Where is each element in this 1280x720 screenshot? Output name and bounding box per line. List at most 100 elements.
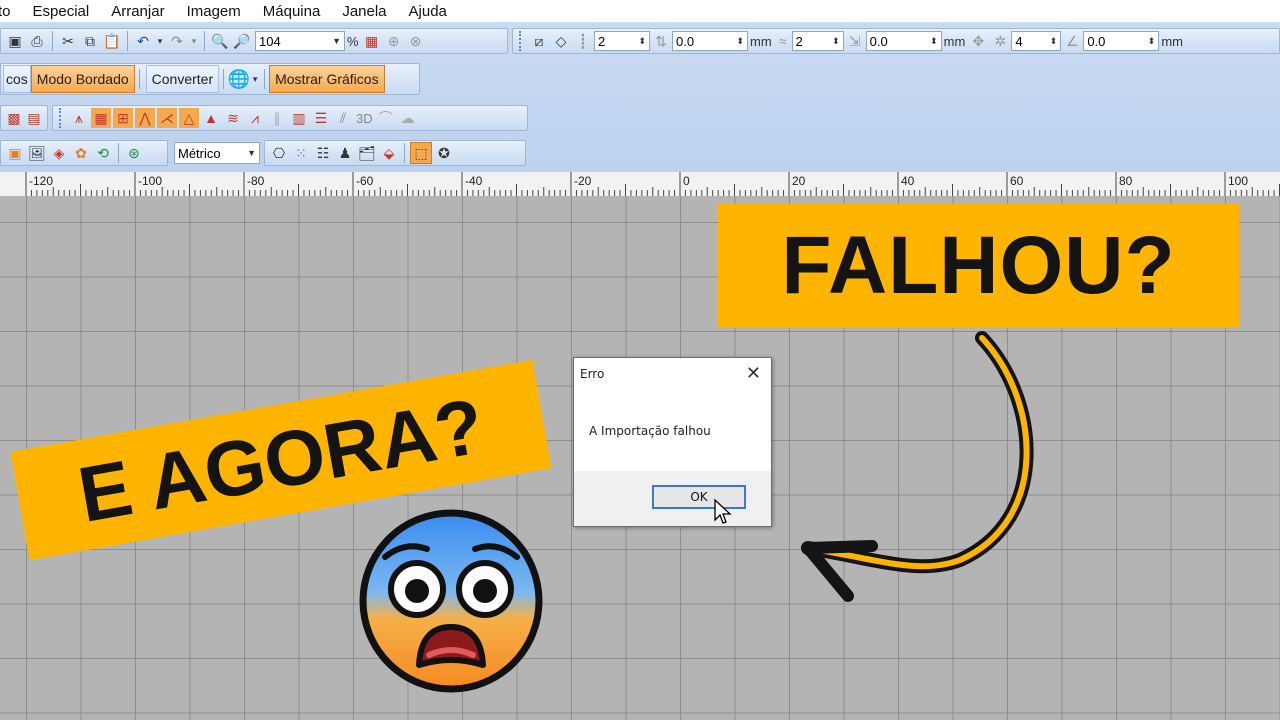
toolbar-grip[interactable]: [519, 31, 525, 51]
chevron-down-icon[interactable]: ▼: [247, 148, 256, 158]
redo-dropdown-icon[interactable]: ▾: [189, 31, 199, 51]
picture-icon[interactable]: 🖼: [27, 143, 47, 163]
ruler-label: 20: [792, 174, 806, 188]
spinner-icon[interactable]: ⬍: [1050, 36, 1058, 47]
copy-icon[interactable]: ⧉: [80, 31, 100, 51]
spinner-icon[interactable]: ⬍: [930, 36, 938, 47]
lines-stitch-icon[interactable]: ☰: [311, 108, 331, 128]
menu-item-ajuda[interactable]: Ajuda: [398, 3, 458, 20]
spin-field-2[interactable]: 0.0 ⬍: [672, 31, 748, 51]
spinner-icon[interactable]: ⬍: [1148, 36, 1156, 47]
wave-stitch-icon[interactable]: ≋: [223, 108, 243, 128]
zoom-in-icon[interactable]: 🔍: [210, 31, 230, 51]
mouse-cursor-icon: [714, 498, 732, 524]
spin-field-3[interactable]: 2 ⬍: [791, 31, 844, 51]
zoom-out-icon[interactable]: 🔎: [232, 31, 252, 51]
chevron-down-icon[interactable]: ▼: [332, 36, 341, 46]
zoom-all-icon[interactable]: ⊗: [406, 31, 426, 51]
chevron-down-icon[interactable]: ▾: [251, 69, 259, 89]
menu-item-maquina[interactable]: Máquina: [252, 3, 332, 20]
zoom-fit-icon[interactable]: ▦: [362, 31, 382, 51]
spin-field-6[interactable]: 0.0 ⬍: [1083, 31, 1160, 51]
cloud-icon[interactable]: ☁: [398, 108, 418, 128]
people-icon[interactable]: ♟: [335, 143, 355, 163]
move-icon[interactable]: ✥: [968, 31, 988, 51]
zigzag-stitch-icon[interactable]: ⩚: [69, 108, 89, 128]
dialog-message: A Importação falhou: [589, 424, 711, 438]
properties-toolbar: ⧄ ◇ ┋ 2 ⬍ ⇅ 0.0 ⬍ mm ≈ 2 ⬍ ⇲ 0.0 ⬍ mm ✥ ✲ 4 ⬍: [512, 28, 1280, 54]
menu-item-janela[interactable]: Janela: [331, 3, 397, 20]
apply-icon[interactable]: ✪: [434, 143, 454, 163]
grid-stitch-icon[interactable]: ▥: [289, 108, 309, 128]
embroidery-mode-button[interactable]: Modo Bordado: [30, 65, 135, 93]
triangle-stitch-icon[interactable]: △: [179, 108, 199, 128]
outline-pattern-icon[interactable]: ▤: [25, 108, 43, 128]
toolbar-grip[interactable]: [59, 108, 65, 128]
print-icon[interactable]: ⎙: [27, 31, 47, 51]
undo-dropdown-icon[interactable]: ▾: [155, 31, 165, 51]
list-icon[interactable]: ☷: [313, 143, 333, 163]
satin-stitch-icon[interactable]: ▦: [91, 108, 111, 128]
globe-green-icon[interactable]: ⊛: [124, 143, 144, 163]
camera-icon[interactable]: ⎔: [269, 143, 289, 163]
menu-item-especial[interactable]: Especial: [22, 3, 101, 20]
length-icon[interactable]: ⇅: [651, 31, 671, 51]
units-select[interactable]: Métrico ▼: [174, 142, 260, 164]
spin-field-2-value: 0.0: [676, 33, 695, 49]
spinner-icon[interactable]: ⬍: [638, 36, 646, 47]
spinner-icon[interactable]: ⬍: [832, 36, 840, 47]
cycle-icon[interactable]: ⟲: [93, 143, 113, 163]
offset-icon[interactable]: ⇲: [845, 31, 865, 51]
spin-field-4[interactable]: 0.0 ⬍: [865, 31, 942, 51]
redo-icon[interactable]: ↷: [167, 31, 187, 51]
close-icon[interactable]: ✕: [746, 363, 761, 384]
angle-icon[interactable]: ∠: [1062, 31, 1082, 51]
separator: [127, 31, 128, 51]
3d-label[interactable]: 3D: [356, 111, 373, 126]
stamp-icon[interactable]: ⬙: [379, 143, 399, 163]
spin-field-1[interactable]: 2 ⬍: [594, 31, 650, 51]
net-stitch-icon[interactable]: ⊞: [113, 108, 133, 128]
menu-item-imagem[interactable]: Imagem: [176, 3, 252, 20]
ruler-label: 60: [1010, 174, 1024, 188]
scatter-icon[interactable]: ✲: [990, 31, 1010, 51]
toolbar-row-standard: ▣ ⎙ ✂ ⧉ 📋 ↶ ▾ ↷ ▾ 🔍 🔎 104 ▼ % ▦ ⊕ ⊗ ⧄ ◇ …: [0, 26, 1280, 56]
unit-label: mm: [750, 33, 772, 49]
dots-grid-icon[interactable]: ⁙: [291, 143, 311, 163]
pattern-icon[interactable]: ≈: [775, 31, 791, 51]
fill-pattern-icon[interactable]: ▩: [5, 108, 23, 128]
zoom-field[interactable]: 104 ▼: [255, 31, 345, 51]
separator: [204, 31, 205, 51]
density-icon[interactable]: ⧄: [529, 31, 549, 51]
undo-icon[interactable]: ↶: [133, 31, 153, 51]
fan-stitch-icon[interactable]: ⋀: [135, 108, 155, 128]
curve-icon[interactable]: ⌒: [376, 108, 396, 128]
spacing-icon[interactable]: ┋: [573, 31, 593, 51]
zig-stitch-icon[interactable]: ⩘: [245, 108, 265, 128]
triangle-fill-icon[interactable]: ▲: [201, 108, 221, 128]
object-toolbar: ▩ ▤: [0, 105, 48, 131]
frame-icon[interactable]: ▣: [5, 143, 25, 163]
feather-stitch-icon[interactable]: ⫽: [333, 108, 353, 128]
units-select-value: Métrico: [178, 145, 221, 161]
radial-stitch-icon[interactable]: ⋌: [157, 108, 177, 128]
folder-icon[interactable]: 🗂: [357, 143, 377, 163]
toolbar-row-modes: cos Modo Bordado Converter 🌐 ▾ Mostrar G…: [0, 63, 420, 95]
menu-item-arranjar[interactable]: Arranjar: [100, 3, 175, 20]
column-stitch-icon[interactable]: ∥: [267, 108, 287, 128]
globe-icon[interactable]: 🌐: [228, 69, 250, 89]
convert-button[interactable]: Converter: [145, 65, 220, 93]
graphics-mode-button[interactable]: cos: [3, 65, 31, 93]
colors-icon[interactable]: ✿: [71, 143, 91, 163]
show-graphics-button[interactable]: Mostrar Gráficos: [269, 65, 385, 93]
save-icon[interactable]: ▣: [5, 31, 25, 51]
spin-field-5[interactable]: 4 ⬍: [1011, 31, 1062, 51]
select-tool-icon[interactable]: ⬚: [410, 142, 432, 164]
paste-icon[interactable]: 📋: [102, 31, 122, 51]
zoom-area-icon[interactable]: ⊕: [384, 31, 404, 51]
menu-item-to[interactable]: to: [0, 3, 22, 20]
shape-icon[interactable]: ◇: [551, 31, 571, 51]
layers-icon[interactable]: ◈: [49, 143, 69, 163]
spinner-icon[interactable]: ⬍: [736, 36, 744, 47]
cut-icon[interactable]: ✂: [58, 31, 78, 51]
